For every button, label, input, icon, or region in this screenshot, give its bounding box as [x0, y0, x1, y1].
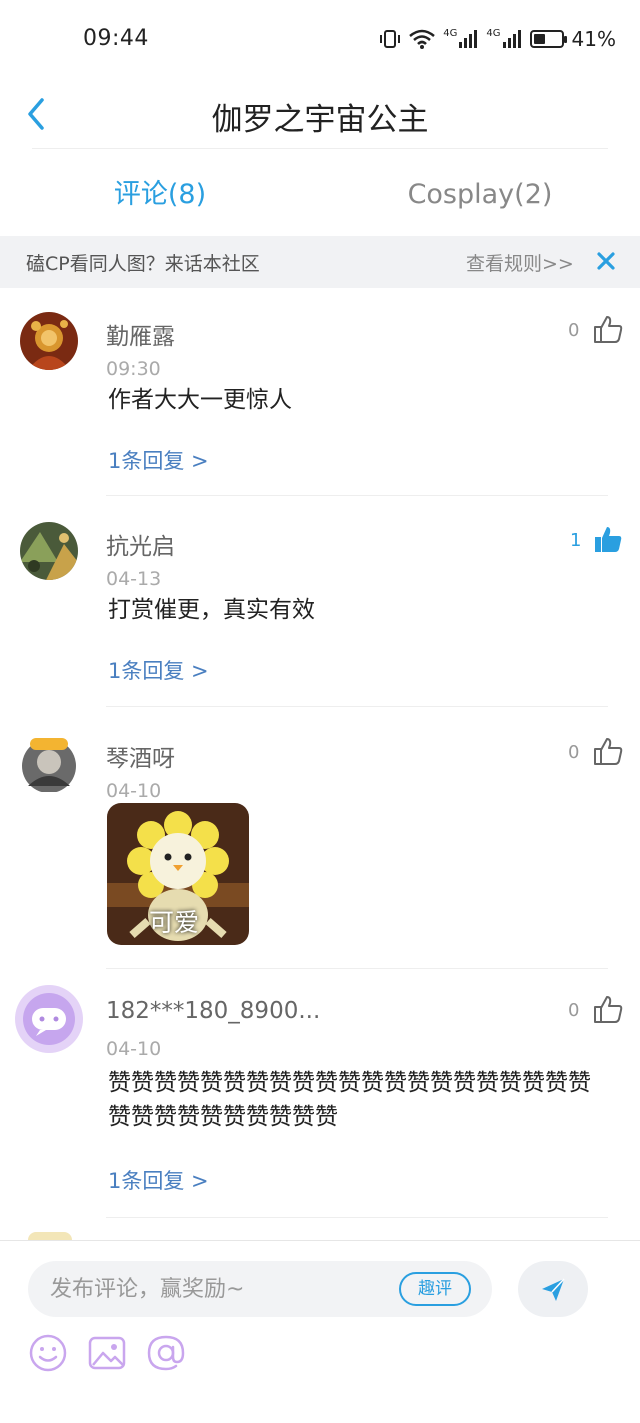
thumbs-up-icon[interactable]	[592, 735, 624, 767]
header: 伽罗之宇宙公主	[0, 78, 640, 150]
avatar-image	[20, 312, 78, 370]
cell-signal-1: 4G	[443, 29, 478, 49]
like-count: 0	[568, 320, 580, 341]
view-replies-link[interactable]: 1条回复 >	[108, 445, 209, 475]
signal-bars-icon	[502, 30, 521, 48]
view-rules-link[interactable]: 查看规则>>	[466, 249, 574, 276]
like-count: 1	[570, 530, 582, 551]
cell-signal-2: 4G	[486, 29, 521, 49]
avatar-image	[22, 738, 76, 793]
image-icon[interactable]	[87, 1333, 127, 1373]
thumbs-up-icon[interactable]	[592, 313, 624, 345]
vibrate-icon	[380, 30, 401, 48]
comment-time: 04-10	[106, 1038, 162, 1060]
banner-text[interactable]: 磕CP看同人图？来话本社区	[26, 249, 260, 276]
quping-button[interactable]: 趣评	[399, 1272, 471, 1306]
promo-banner: 磕CP看同人图？来话本社区 查看规则>>	[0, 236, 640, 288]
comment-time: 09:30	[106, 358, 161, 380]
comment-input-container: 趣评	[28, 1261, 492, 1317]
sticker-caption: 可爱	[149, 908, 200, 937]
network-type-label: 4G	[486, 28, 501, 39]
divider	[106, 1217, 608, 1218]
close-icon[interactable]	[594, 248, 618, 274]
page-title: 伽罗之宇宙公主	[211, 102, 429, 138]
sticker-image[interactable]: 可爱	[107, 803, 249, 945]
wifi-icon	[409, 29, 436, 49]
signal-bars-icon	[459, 30, 478, 48]
username[interactable]: 勤雁露	[106, 317, 175, 351]
battery-icon	[529, 30, 567, 48]
avatar[interactable]	[20, 522, 78, 580]
avatar-image	[20, 522, 78, 580]
divider	[32, 148, 608, 149]
thumbs-up-icon[interactable]	[592, 993, 624, 1025]
battery-fill	[533, 34, 545, 44]
status-bar: 09:44 4G 4G 41%	[0, 0, 640, 78]
divider	[106, 968, 608, 969]
comment-text: 打赏催更，真实有效	[108, 597, 315, 623]
comment-item: 抗光启 1 04-13 打赏催更，真实有效 1条回复 >	[0, 510, 640, 707]
tab-comments[interactable]: 评论(8)	[0, 160, 320, 230]
comment-time: 04-10	[106, 780, 162, 802]
view-replies-link[interactable]: 1条回复 >	[108, 655, 209, 685]
avatar[interactable]	[20, 734, 78, 793]
comment-text: 作者大大一更惊人	[108, 387, 292, 413]
emoji-icon[interactable]	[28, 1333, 68, 1373]
like-count: 0	[568, 1000, 580, 1021]
tab-bar: 评论(8) Cosplay(2)	[0, 160, 640, 230]
comment-time: 04-13	[106, 568, 162, 590]
comment-item: 琴酒呀 0 04-10 可爱	[0, 722, 640, 969]
avatar-image	[15, 985, 83, 1053]
divider	[106, 706, 608, 707]
comment-item: 182***180_8900... 0 04-10 赞赞赞赞赞赞赞赞赞赞赞赞赞赞…	[0, 980, 640, 1220]
status-icons: 4G 4G 41%	[379, 24, 616, 54]
at-icon[interactable]	[146, 1333, 186, 1373]
like-count: 0	[568, 742, 580, 763]
avatar[interactable]	[28, 1232, 72, 1240]
thumbs-up-filled-icon[interactable]	[592, 523, 624, 555]
username[interactable]: 182***180_8900...	[106, 998, 320, 1024]
view-replies-link[interactable]: 1条回复 >	[108, 1165, 209, 1195]
send-icon	[542, 1278, 565, 1301]
tab-cosplay[interactable]: Cosplay(2)	[320, 160, 640, 230]
avatar[interactable]	[20, 312, 78, 370]
username[interactable]: 琴酒呀	[106, 739, 175, 773]
comment-item: 勤雁露 0 09:30 作者大大一更惊人 1条回复 >	[0, 300, 640, 496]
comment-composer: 趣评	[0, 1240, 640, 1423]
send-button[interactable]	[518, 1261, 588, 1317]
network-type-label: 4G	[443, 28, 458, 39]
divider	[106, 495, 608, 496]
avatar[interactable]	[12, 982, 86, 1056]
comment-text: 赞赞赞赞赞赞赞赞赞赞赞赞赞赞赞赞赞赞赞赞赞赞赞赞赞赞赞赞赞赞赞	[108, 1070, 591, 1130]
status-time: 09:44	[83, 26, 149, 51]
comment-input[interactable]	[50, 1261, 380, 1317]
username[interactable]: 抗光启	[106, 527, 175, 561]
battery-percent: 41%	[571, 27, 616, 51]
